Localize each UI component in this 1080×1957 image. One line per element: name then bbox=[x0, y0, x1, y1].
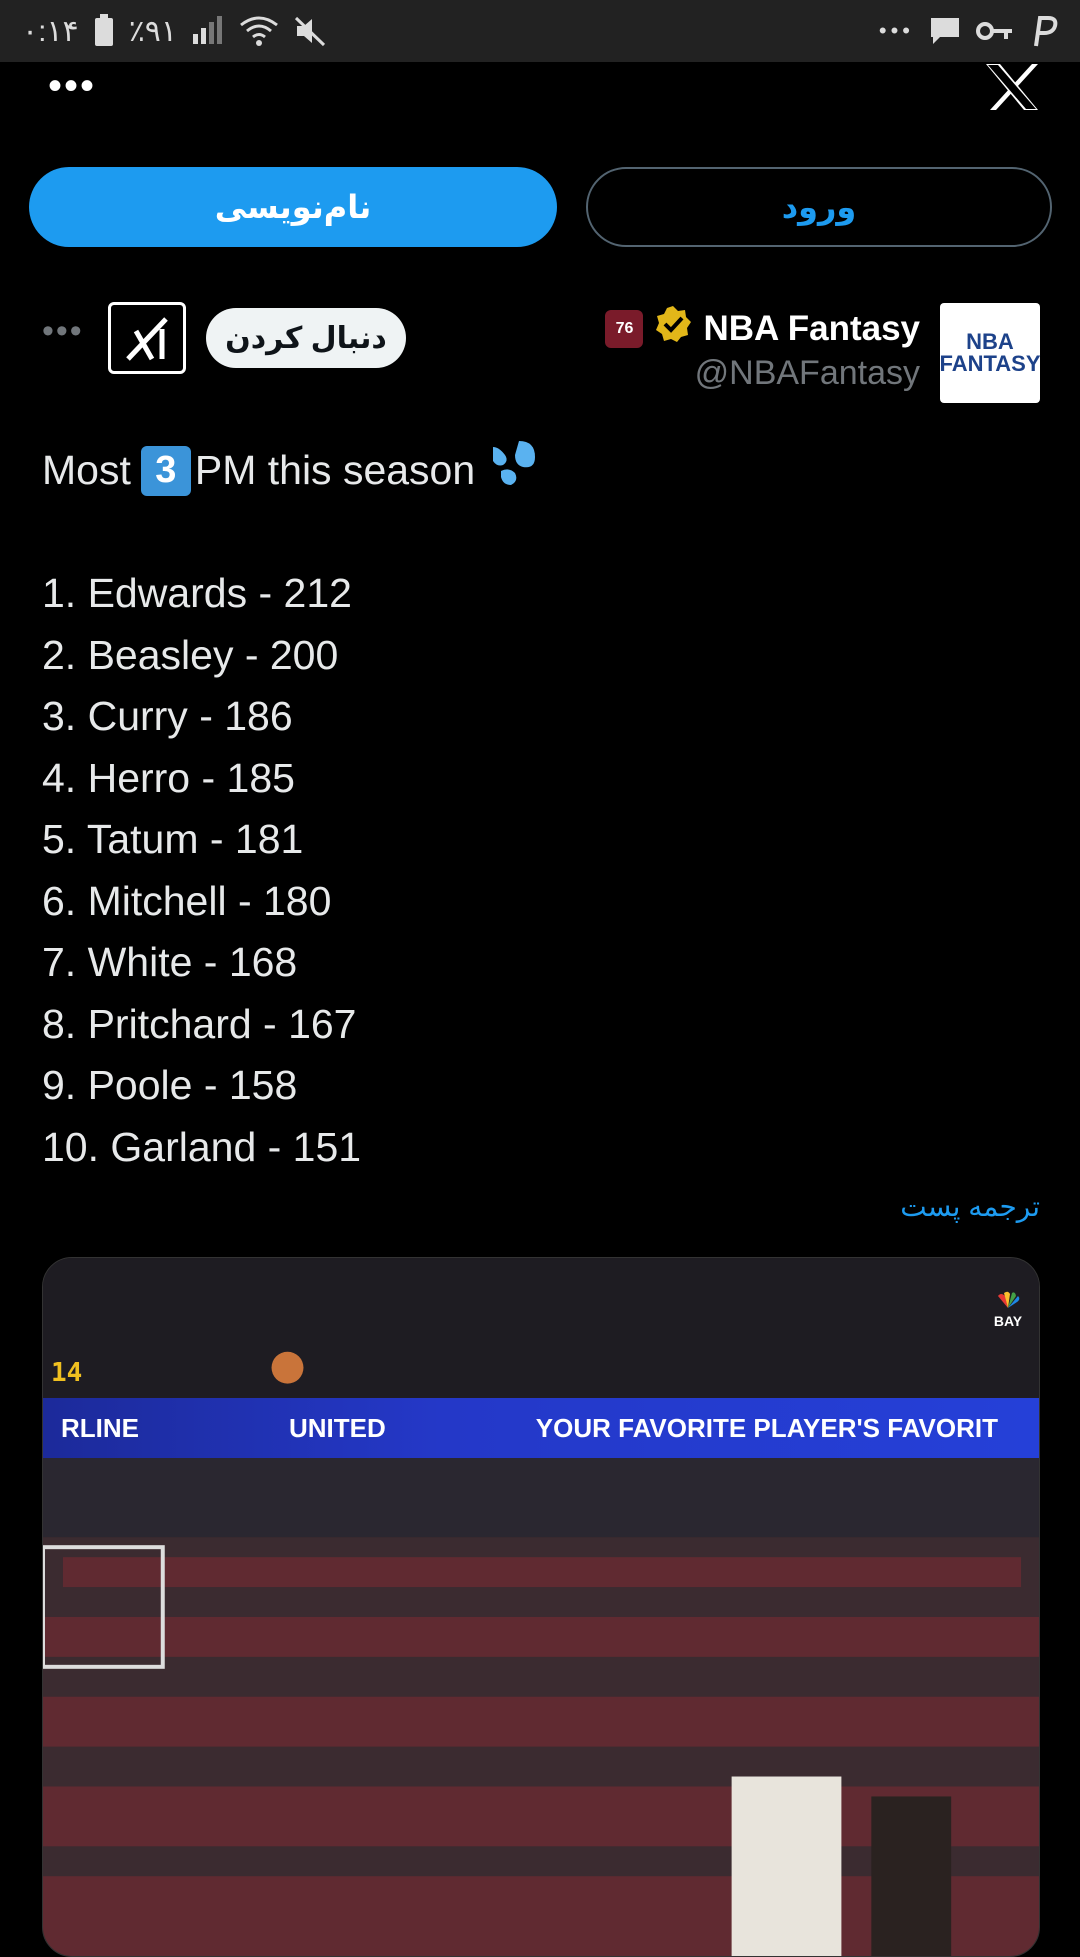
list-item: 4. Herro - 185 bbox=[42, 754, 295, 801]
video-player[interactable]: RLINE UNITED YOUR FAVORITE PLAYER'S FAVO… bbox=[42, 1257, 1040, 1957]
tweet-text: Most 3 PM this season 1. Edwards - 212 2… bbox=[42, 440, 1042, 1178]
post-more-options-icon[interactable]: ••• bbox=[42, 312, 84, 351]
list-item: 2. Beasley - 200 bbox=[42, 631, 339, 678]
login-button[interactable]: ورود bbox=[586, 167, 1052, 247]
network-logo-icon: BAY bbox=[983, 1290, 1033, 1329]
arena-scene-image bbox=[43, 1258, 1039, 1956]
list-item: 9. Poole - 158 bbox=[42, 1062, 298, 1108]
status-right: ••• bbox=[879, 11, 1058, 51]
key-icon bbox=[976, 11, 1014, 51]
mute-icon bbox=[293, 11, 327, 51]
list-item: 1. Edwards - 212 bbox=[42, 570, 352, 616]
status-time: ۰:۱۴ bbox=[22, 14, 79, 48]
avatar-text-line2: FANTASY bbox=[939, 351, 1041, 376]
author-handle: @NBAFantasy bbox=[694, 354, 920, 392]
status-bar: ۰:۱۴ ٪۹۱ ••• bbox=[0, 0, 1080, 62]
shot-clock: 14 bbox=[51, 1358, 83, 1388]
title-after: PM this season bbox=[194, 447, 476, 493]
keycap-three-icon: 3 bbox=[140, 445, 191, 496]
message-icon bbox=[928, 11, 962, 51]
x-logo-icon[interactable] bbox=[982, 62, 1042, 112]
title-before: Most bbox=[42, 447, 131, 493]
battery-icon bbox=[93, 11, 115, 51]
sweat-droplets-icon bbox=[485, 437, 539, 505]
translate-post-link[interactable]: ترجمه پست bbox=[900, 1190, 1040, 1223]
follow-button[interactable]: دنبال کردن bbox=[206, 308, 406, 368]
board-text: RLINE bbox=[61, 1412, 139, 1443]
list-item: 3. Curry - 186 bbox=[42, 693, 293, 739]
arena-led-board: RLINE UNITED YOUR FAVORITE PLAYER'S FAVO… bbox=[43, 1398, 1039, 1458]
top-bar: ••• bbox=[0, 62, 1080, 162]
author-name-row[interactable]: 76 NBA Fantasy bbox=[605, 304, 920, 353]
more-options-icon[interactable]: ••• bbox=[48, 64, 96, 109]
tweet-title: Most 3 PM this season bbox=[42, 440, 1042, 502]
vpn-icon bbox=[1028, 11, 1058, 51]
list-item: 7. White - 168 bbox=[42, 939, 298, 985]
status-left: ۰:۱۴ ٪۹۱ bbox=[22, 11, 327, 51]
signal-icon bbox=[191, 11, 225, 51]
list-item: 8. Pritchard - 167 bbox=[42, 1000, 357, 1047]
verified-badge-icon bbox=[653, 304, 693, 353]
notifications-overflow: ••• bbox=[878, 18, 914, 43]
grok-icon[interactable] bbox=[108, 302, 186, 374]
list-item: 5. Tatum - 181 bbox=[42, 816, 304, 862]
wifi-icon bbox=[239, 11, 279, 51]
battery-percent: ٪۹۱ bbox=[128, 14, 178, 48]
avatar[interactable]: NBA FANTASY bbox=[939, 303, 1041, 403]
list-item: 6. Mitchell - 180 bbox=[42, 877, 332, 924]
signup-button[interactable]: نام‌نویسی bbox=[29, 167, 557, 247]
board-text: UNITED bbox=[289, 1412, 386, 1443]
network-name: BAY bbox=[993, 1313, 1023, 1329]
display-name: NBA Fantasy bbox=[703, 308, 920, 348]
team-badge-icon: 76 bbox=[605, 309, 644, 348]
avatar-text-line1: NBA bbox=[966, 329, 1014, 354]
board-text: YOUR FAVORITE PLAYER'S FAVORIT bbox=[535, 1412, 998, 1443]
list-item: 10. Garland - 151 bbox=[42, 1123, 362, 1170]
